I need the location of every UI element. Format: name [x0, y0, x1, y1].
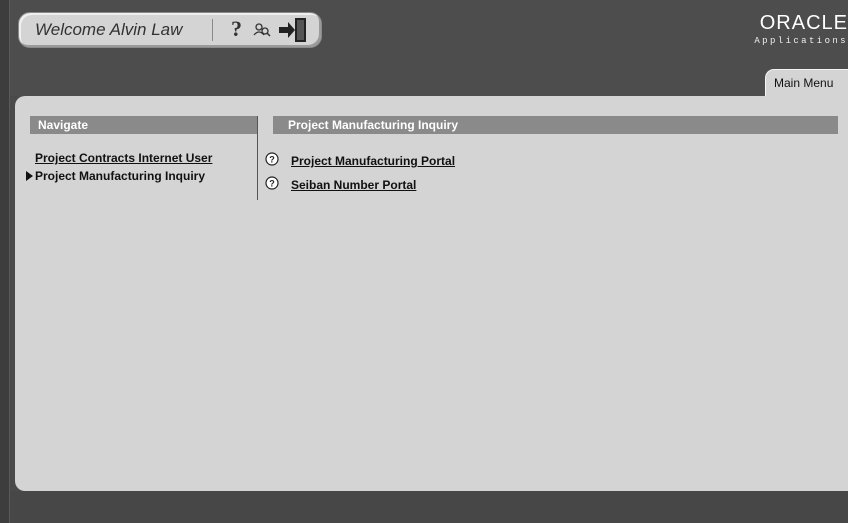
- people-search-icon[interactable]: [253, 22, 271, 38]
- oracle-applications-logo: ORACLE Applications: [752, 12, 848, 48]
- selected-arrow-icon: [26, 171, 33, 181]
- nav-item-project-manufacturing-inquiry[interactable]: Project Manufacturing Inquiry: [26, 169, 205, 183]
- section-header: Project Manufacturing Inquiry: [273, 116, 838, 134]
- portal-help-icon: ?: [265, 152, 279, 166]
- portal-help-icon: ?: [265, 176, 279, 190]
- welcome-toolbar: Welcome Alvin Law ?: [18, 12, 322, 48]
- svg-text:?: ?: [269, 155, 275, 165]
- navigate-header: Navigate: [30, 116, 257, 134]
- project-manufacturing-portal-link[interactable]: Project Manufacturing Portal: [291, 154, 455, 168]
- nav-item-project-contracts[interactable]: Project Contracts Internet User: [35, 151, 212, 165]
- nav-item-label: Project Contracts Internet User: [35, 151, 213, 165]
- logout-icon[interactable]: [277, 17, 309, 43]
- help-icon[interactable]: ?: [231, 16, 242, 42]
- logo-subtitle: Applications: [754, 36, 848, 46]
- nav-item-label: Project Manufacturing Inquiry: [35, 169, 206, 183]
- toolbar-divider: [212, 19, 213, 41]
- column-divider: [257, 116, 258, 200]
- welcome-message: Welcome Alvin Law: [35, 20, 183, 39]
- logo-word: ORACLE: [759, 12, 848, 34]
- main-content-panel: Navigate Project Contracts Internet User…: [15, 96, 848, 491]
- left-edge-strip: [0, 0, 10, 523]
- tab-main-menu[interactable]: Main Menu: [765, 69, 848, 97]
- seiban-number-portal-link[interactable]: Seiban Number Portal: [291, 178, 416, 192]
- svg-text:?: ?: [269, 179, 275, 189]
- bottom-bar: [10, 491, 848, 523]
- tab-label: Main Menu: [774, 76, 834, 90]
